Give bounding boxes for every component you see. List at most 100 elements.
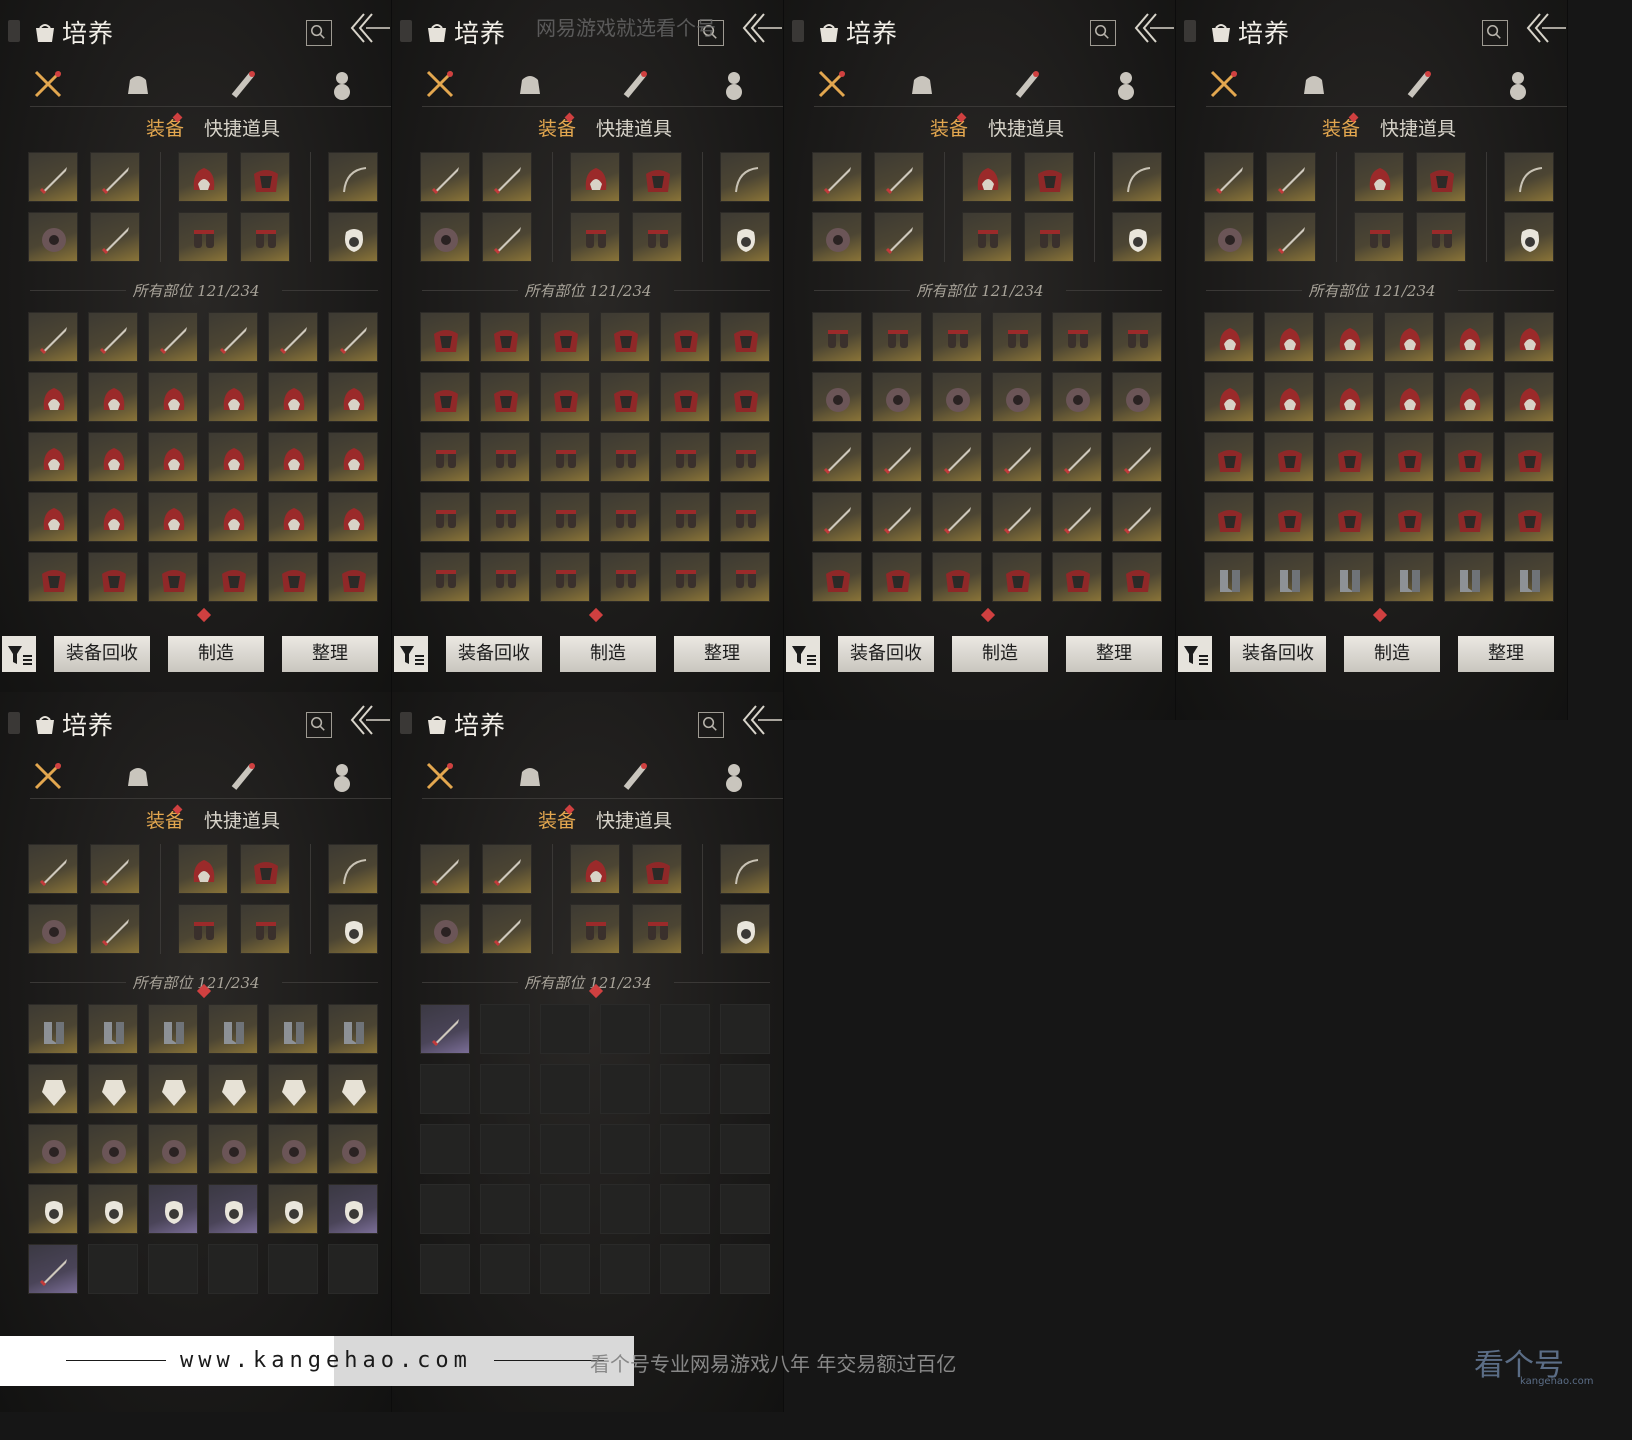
pin-handle[interactable] [792,20,804,42]
pin-handle[interactable] [8,712,20,734]
inventory-item-slot[interactable] [872,432,922,482]
recycle-button[interactable]: 装备回收 [446,636,542,672]
inventory-item-slot[interactable] [1264,492,1314,542]
inventory-item-slot[interactable] [1384,432,1434,482]
equipped-slot[interactable] [328,212,378,262]
inventory-item-slot[interactable] [28,1124,78,1174]
equipped-slot[interactable] [420,904,470,954]
recycle-button[interactable]: 装备回收 [838,636,934,672]
equipped-slot[interactable] [812,212,862,262]
category-tab-2[interactable] [512,758,548,794]
inventory-item-slot[interactable] [992,492,1042,542]
inventory-item-slot[interactable] [932,312,982,362]
category-tab-3[interactable] [616,758,652,794]
inventory-item-slot[interactable] [328,552,378,602]
inventory-item-slot[interactable] [992,312,1042,362]
inventory-item-slot[interactable] [812,432,862,482]
inventory-item-slot[interactable] [1052,432,1102,482]
inventory-item-slot[interactable] [1112,492,1162,542]
inventory-item-slot[interactable] [328,372,378,422]
back-button[interactable] [742,702,782,738]
equipped-slot[interactable] [240,904,290,954]
inventory-item-slot[interactable] [268,312,318,362]
inventory-item-slot[interactable] [1052,372,1102,422]
equipped-slot[interactable] [874,212,924,262]
pin-handle[interactable] [400,20,412,42]
inventory-item-slot[interactable] [28,1184,78,1234]
category-tab-3[interactable] [616,66,652,102]
equipped-slot[interactable] [420,152,470,202]
inventory-item-slot[interactable] [28,1004,78,1054]
inventory-item-slot[interactable] [872,552,922,602]
category-tab-1[interactable] [30,758,66,794]
inventory-item-slot[interactable] [88,372,138,422]
equipped-slot[interactable] [90,212,140,262]
inventory-item-slot[interactable] [420,552,470,602]
equipped-slot[interactable] [632,152,682,202]
tab-quick-items[interactable]: 快捷道具 [596,806,672,833]
inventory-item-slot[interactable] [148,1184,198,1234]
sort-button[interactable]: 整理 [1066,636,1162,672]
inventory-item-slot[interactable] [328,1124,378,1174]
inventory-item-slot[interactable] [480,552,530,602]
inventory-item-slot[interactable] [720,432,770,482]
back-button[interactable] [742,10,782,46]
equipped-slot[interactable] [1354,212,1404,262]
equipped-slot[interactable] [720,152,770,202]
category-tab-1[interactable] [422,758,458,794]
inventory-item-slot[interactable] [148,492,198,542]
inventory-item-slot[interactable] [148,1004,198,1054]
inventory-item-slot[interactable] [932,492,982,542]
inventory-item-slot[interactable] [268,1064,318,1114]
inventory-item-slot[interactable] [720,372,770,422]
equipped-slot[interactable] [570,904,620,954]
inventory-item-slot[interactable] [268,552,318,602]
inventory-item-slot[interactable] [932,432,982,482]
inventory-item-slot[interactable] [1504,372,1554,422]
category-tab-1[interactable] [422,66,458,102]
equipped-slot[interactable] [720,904,770,954]
inventory-item-slot[interactable] [1264,372,1314,422]
inventory-item-slot[interactable] [88,432,138,482]
inventory-item-slot[interactable] [812,372,862,422]
inventory-item-slot[interactable] [1384,552,1434,602]
inventory-item-slot[interactable] [660,492,710,542]
inventory-item-slot[interactable] [540,492,590,542]
inventory-item-slot[interactable] [148,372,198,422]
inventory-item-slot[interactable] [268,372,318,422]
filter-button[interactable] [2,636,36,672]
inventory-item-slot[interactable] [1324,372,1374,422]
inventory-item-slot[interactable] [872,312,922,362]
inventory-item-slot[interactable] [540,372,590,422]
category-tab-4[interactable] [324,66,360,102]
inventory-item-slot[interactable] [148,552,198,602]
sort-button[interactable]: 整理 [1458,636,1554,672]
equipped-slot[interactable] [178,844,228,894]
inventory-item-slot[interactable] [1112,312,1162,362]
inventory-item-slot[interactable] [600,552,650,602]
equipped-slot[interactable] [1416,212,1466,262]
inventory-item-slot[interactable] [28,492,78,542]
equipped-slot[interactable] [812,152,862,202]
inventory-item-slot[interactable] [992,372,1042,422]
inventory-item-slot[interactable] [328,1064,378,1114]
inventory-item-slot[interactable] [480,432,530,482]
inventory-item-slot[interactable] [28,552,78,602]
search-button[interactable] [1482,20,1508,46]
inventory-item-slot[interactable] [420,1004,470,1054]
inventory-item-slot[interactable] [992,432,1042,482]
inventory-item-slot[interactable] [328,1004,378,1054]
inventory-item-slot[interactable] [1384,312,1434,362]
equipped-slot[interactable] [482,844,532,894]
inventory-item-slot[interactable] [208,1064,258,1114]
equipped-slot[interactable] [632,212,682,262]
inventory-item-slot[interactable] [1264,552,1314,602]
equipped-slot[interactable] [720,844,770,894]
pin-handle[interactable] [1184,20,1196,42]
search-button[interactable] [698,712,724,738]
equipped-slot[interactable] [28,844,78,894]
inventory-item-slot[interactable] [328,432,378,482]
inventory-item-slot[interactable] [148,1124,198,1174]
equipped-slot[interactable] [1354,152,1404,202]
inventory-item-slot[interactable] [208,1184,258,1234]
